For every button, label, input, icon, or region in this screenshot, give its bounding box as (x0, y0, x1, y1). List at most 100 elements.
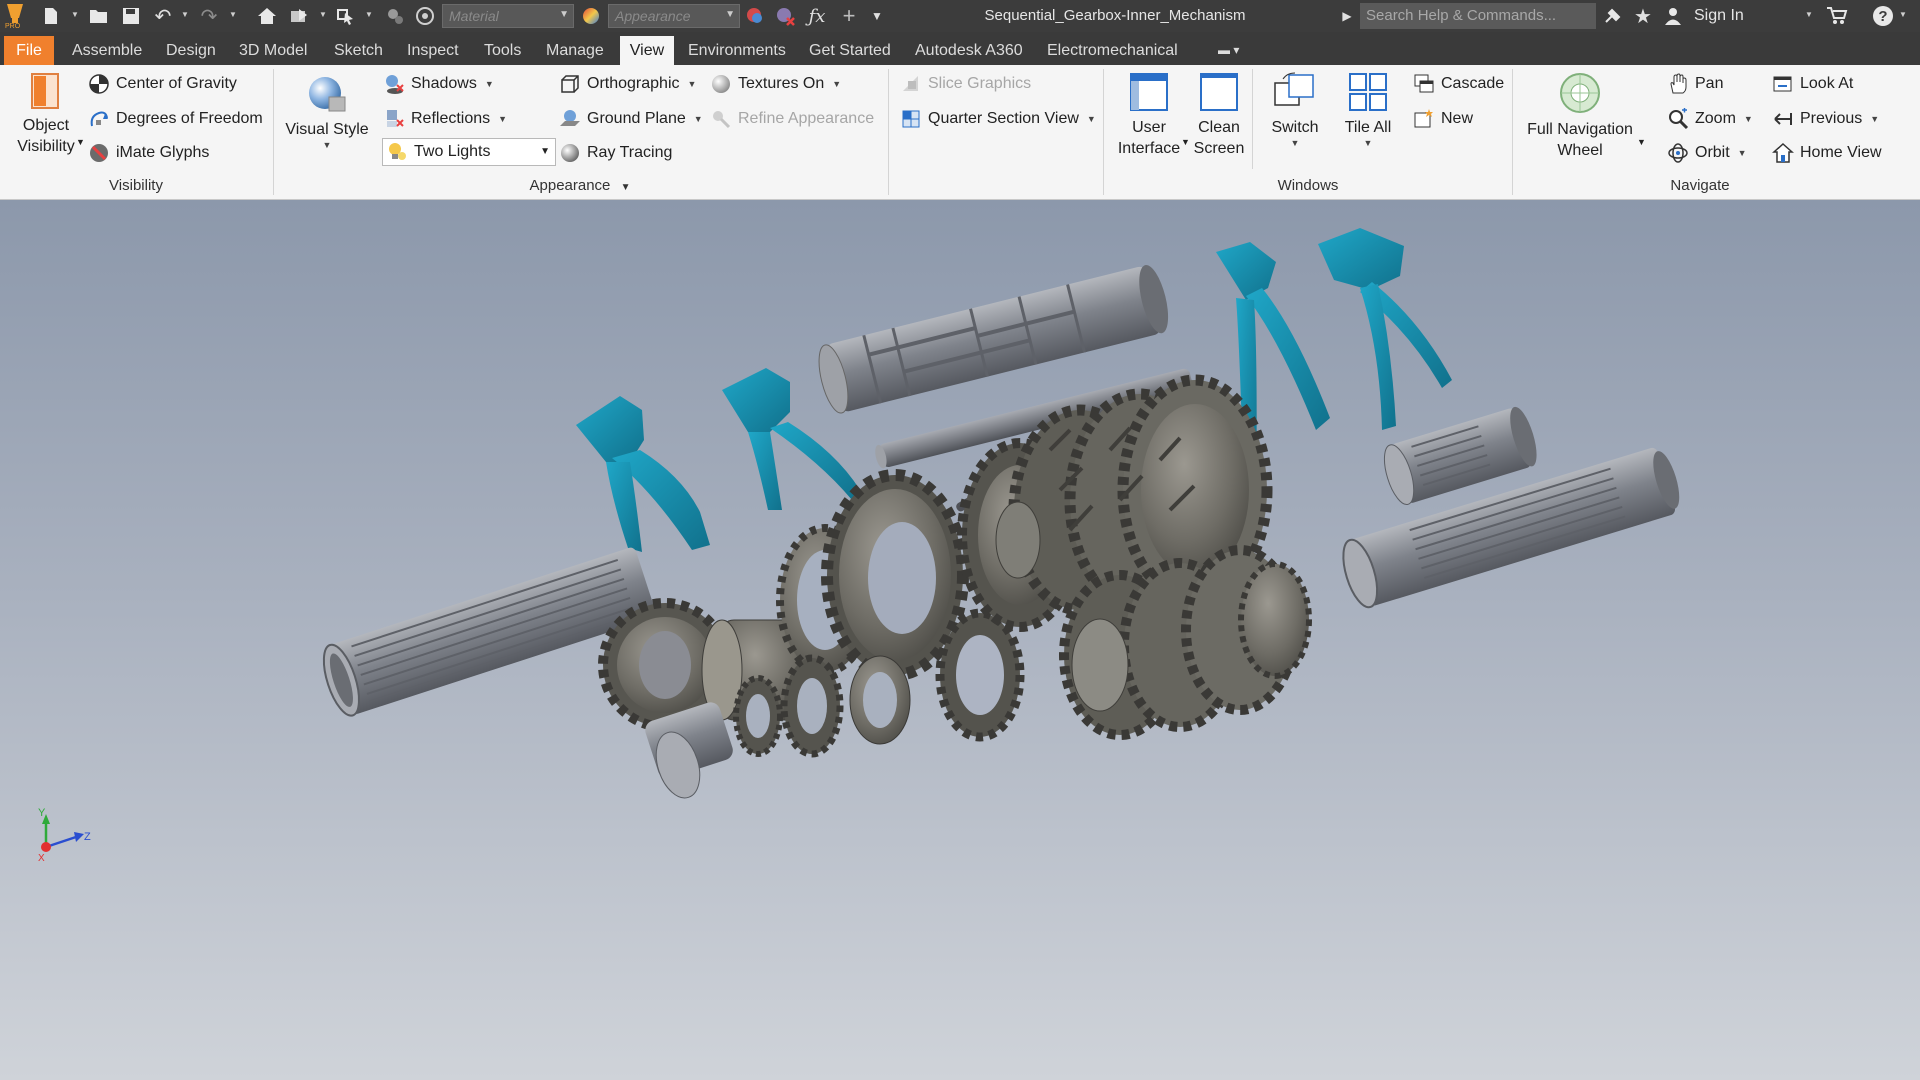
ray-tracing-button[interactable]: Ray Tracing (559, 139, 672, 167)
app-logo-icon[interactable]: PRO (2, 3, 28, 30)
reflections-button[interactable]: Reflections ▼ (383, 105, 507, 133)
return-icon[interactable] (286, 3, 312, 29)
appearance-panel-title[interactable]: Appearance ▼ (274, 177, 886, 197)
search-input[interactable]: Search Help & Commands... (1360, 3, 1596, 29)
material-combo[interactable]: Material ▼ (442, 4, 574, 28)
tab-manage[interactable]: Manage (540, 36, 610, 65)
small-gear-1[interactable] (733, 675, 783, 757)
function-fx-icon[interactable]: ƒx (804, 3, 830, 29)
clean-screen-button[interactable]: Clean Screen (1192, 71, 1246, 159)
tab-tools[interactable]: Tools (478, 36, 527, 65)
center-of-gravity-label: Center of Gravity (116, 75, 237, 92)
tab-inspect[interactable]: Inspect (401, 36, 465, 65)
shift-fork-1[interactable] (576, 396, 710, 552)
open-folder-icon[interactable] (86, 3, 112, 29)
cascade-button[interactable]: Cascade (1413, 70, 1504, 98)
adjust-appearance-icon[interactable] (742, 3, 768, 29)
input-shaft[interactable] (317, 546, 658, 720)
orbit-button[interactable]: Orbit ▼ (1667, 139, 1747, 167)
appearance-sphere-icon[interactable] (578, 3, 604, 29)
return-dropdown-icon[interactable]: ▼ (318, 10, 328, 22)
zoom-button[interactable]: Zoom ▼ (1667, 105, 1753, 133)
sign-in-dropdown-icon[interactable]: ▼ (1804, 10, 1814, 22)
tab-autodesk-a360[interactable]: Autodesk A360 (909, 36, 1029, 65)
degrees-of-freedom-button[interactable]: Degrees of Freedom (88, 105, 263, 133)
gear-large-left[interactable] (821, 469, 969, 681)
appearance-combo[interactable]: Appearance ▼ (608, 4, 740, 28)
save-icon[interactable] (118, 3, 144, 29)
tab-get-started[interactable]: Get Started (803, 36, 897, 65)
object-visibility-dropdown-icon[interactable]: ▼ (76, 137, 85, 147)
tab-design[interactable]: Design (160, 36, 222, 65)
look-at-button[interactable]: Look At (1772, 70, 1853, 98)
tab-electromechanical[interactable]: Electromechanical (1041, 36, 1184, 65)
ribbon-tab-bar: File Assemble Design 3D Model Sketch Ins… (0, 32, 1920, 65)
redo-dropdown-icon[interactable]: ▼ (228, 10, 238, 22)
new-window-button[interactable]: New (1413, 105, 1473, 133)
new-file-icon[interactable] (38, 3, 64, 29)
slice-graphics-button[interactable]: Slice Graphics (900, 70, 1031, 98)
shadows-button[interactable]: Shadows ▼ (383, 70, 494, 98)
visual-style-button[interactable]: Visual Style ▼ (282, 71, 372, 150)
center-of-gravity-button[interactable]: Center of Gravity (88, 70, 237, 98)
navigation-wheel-dropdown-icon[interactable]: ▼ (1637, 137, 1646, 147)
clean-screen-label-1: Clean (1198, 119, 1240, 136)
gear-small-right[interactable] (935, 608, 1025, 742)
home-view-button[interactable]: Home View (1772, 139, 1882, 167)
small-ring[interactable] (849, 655, 911, 745)
reflections-icon (387, 110, 404, 127)
chevron-down-icon: ▼ (1290, 138, 1300, 148)
triad-x-label: X (38, 853, 45, 864)
quarter-section-view-button[interactable]: Quarter Section View ▼ (900, 105, 1096, 133)
orthographic-button[interactable]: Orthographic ▼ (559, 70, 696, 98)
user-interface-button[interactable]: User Interface (1110, 71, 1188, 159)
quarter-section-view-label: Quarter Section View (928, 110, 1079, 127)
select-icon[interactable] (334, 3, 360, 29)
graphics-viewport[interactable]: Y Z X (0, 200, 1920, 1080)
shift-fork-4[interactable] (1318, 228, 1452, 430)
sign-in-link[interactable]: Sign In (1694, 0, 1744, 32)
refine-appearance-label: Refine Appearance (738, 110, 875, 127)
new-file-dropdown-icon[interactable]: ▼ (70, 10, 80, 22)
help-icon[interactable]: ? (1870, 3, 1896, 29)
refine-appearance-button[interactable]: Refine Appearance (710, 105, 874, 133)
undo-dropdown-icon[interactable]: ▼ (180, 10, 190, 22)
imate-glyphs-button[interactable]: iMate Glyphs (88, 139, 209, 167)
user-interface-dropdown-icon[interactable]: ▼ (1181, 137, 1190, 147)
settings-wheel-icon[interactable] (412, 3, 438, 29)
full-navigation-wheel-button[interactable]: Full Navigation Wheel (1518, 71, 1642, 161)
lighting-style-select[interactable]: Two Lights ▼ (382, 138, 556, 166)
small-gear-2[interactable] (780, 654, 844, 758)
user-icon[interactable] (1662, 3, 1684, 29)
tab-sketch[interactable]: Sketch (328, 36, 389, 65)
select-dropdown-icon[interactable]: ▼ (364, 10, 374, 22)
object-visibility-button[interactable]: Object Visibility (8, 71, 84, 157)
tab-file[interactable]: File (4, 36, 54, 65)
pan-button[interactable]: Pan (1667, 70, 1723, 98)
tab-3d-model[interactable]: 3D Model (233, 36, 313, 65)
chevron-down-icon: ▼ (1870, 114, 1880, 124)
title-bar: PRO ▼ ↶ ▼ ↷ ▼ ▼ ▼ Material ▼ Appearance … (0, 0, 1920, 32)
gearbox-exploded-model[interactable]: Y Z X (0, 200, 1920, 1080)
communication-icon[interactable] (1600, 3, 1626, 29)
favorites-star-icon[interactable]: ★ (1630, 3, 1656, 29)
search-expand-icon[interactable]: ▶ (1334, 3, 1360, 29)
customize-qat-icon[interactable]: ▼ (864, 3, 890, 29)
tab-environments[interactable]: Environments (682, 36, 792, 65)
tab-assemble[interactable]: Assemble (66, 36, 148, 65)
shopping-cart-icon[interactable] (1824, 3, 1850, 29)
help-dropdown-icon[interactable]: ▼ (1898, 10, 1908, 22)
home-icon[interactable] (254, 3, 280, 29)
textures-on-button[interactable]: Textures On ▼ (710, 70, 841, 98)
plus-icon[interactable]: + (836, 3, 862, 29)
color-override-icon[interactable] (382, 3, 408, 29)
tile-all-button[interactable]: Tile All ▼ (1334, 71, 1402, 148)
ground-plane-button[interactable]: Ground Plane ▼ (559, 105, 703, 133)
previous-view-button[interactable]: Previous ▼ (1772, 105, 1879, 133)
clear-appearance-icon[interactable] (772, 3, 798, 29)
switch-button[interactable]: Switch ▼ (1258, 71, 1332, 148)
undo-icon[interactable]: ↶ (150, 3, 176, 29)
redo-icon[interactable]: ↷ (196, 3, 222, 29)
ribbon-display-options-icon[interactable]: ▬ ▾ (1212, 36, 1245, 65)
tab-view[interactable]: View (620, 36, 674, 65)
